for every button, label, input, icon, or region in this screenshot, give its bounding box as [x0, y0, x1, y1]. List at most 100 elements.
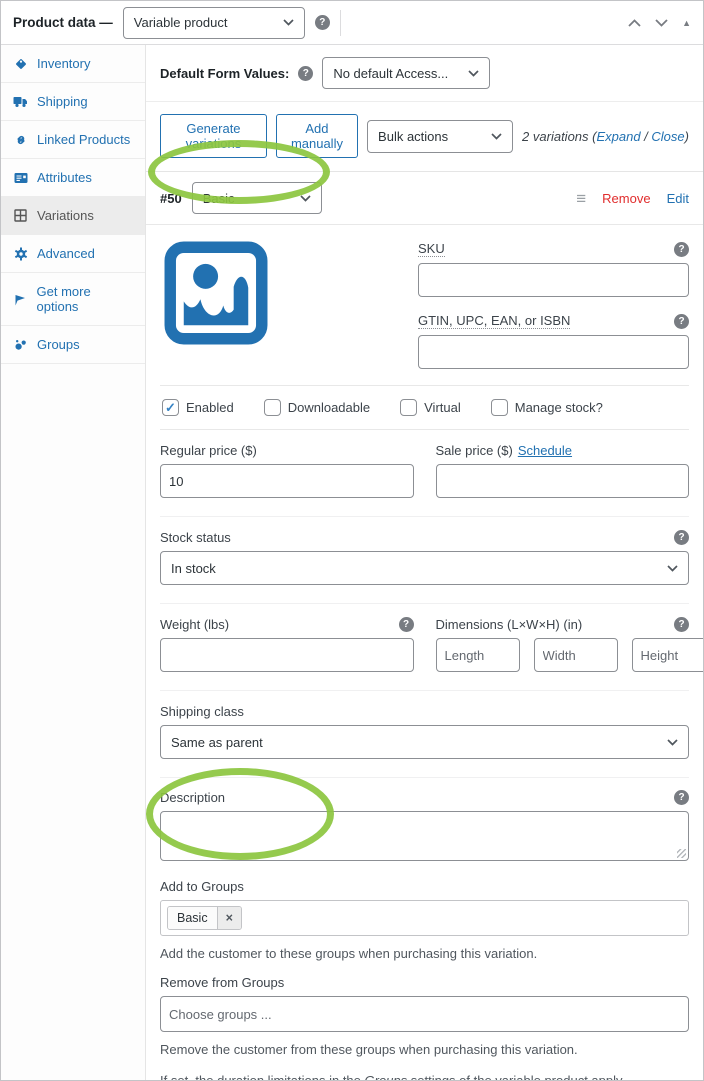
truck-icon — [13, 95, 28, 108]
stock-status-label: Stock status — [160, 530, 231, 545]
help-icon[interactable]: ? — [674, 790, 689, 805]
sale-price-label: Sale price ($) — [435, 443, 513, 458]
add-to-groups-label: Add to Groups — [160, 879, 244, 894]
shipping-class-row: Shipping class Same as parent — [160, 691, 689, 778]
help-icon[interactable]: ? — [674, 241, 689, 257]
weight-label: Weight (lbs) — [160, 617, 230, 632]
chevron-down-icon — [667, 738, 678, 746]
sku-input[interactable] — [418, 263, 689, 297]
chevron-down-icon — [468, 69, 479, 77]
sidebar-item-label: Attributes — [37, 170, 92, 185]
toggle-panel-icon[interactable]: ▲ — [682, 18, 691, 28]
description-textarea[interactable] — [160, 811, 689, 861]
gtin-input[interactable] — [418, 335, 689, 369]
price-row: Regular price ($) Sale price ($) Schedul… — [160, 430, 689, 517]
sidebar-item-inventory[interactable]: Inventory — [1, 45, 145, 83]
variations-summary: 2 variations (Expand / Close) — [522, 128, 689, 144]
help-icon[interactable]: ? — [674, 617, 689, 632]
remove-variation-link[interactable]: Remove — [602, 191, 650, 206]
help-icon[interactable]: ? — [674, 530, 689, 545]
variation-50-attribute-select[interactable]: Basic — [191, 182, 322, 214]
sidebar-item-get-more-options[interactable]: Get more options — [1, 273, 145, 326]
grid-icon — [13, 209, 28, 222]
enabled-checkbox[interactable]: ✓ Enabled — [162, 399, 234, 416]
variation-image-placeholder-icon[interactable] — [164, 241, 268, 345]
product-type-value: Variable product — [133, 15, 228, 30]
product-data-panel: Product data — Variable product ? ▲ Inve… — [0, 0, 704, 1081]
pennant-icon — [13, 293, 28, 306]
remove-from-groups-input[interactable] — [160, 996, 689, 1032]
bulk-actions-select[interactable]: Bulk actions — [367, 119, 514, 153]
downloadable-checkbox[interactable]: ✓ Downloadable — [263, 399, 370, 416]
virtual-checkbox[interactable]: ✓ Virtual — [400, 399, 461, 416]
sidebar-item-label: Advanced — [37, 246, 95, 261]
weight-input[interactable] — [160, 638, 414, 672]
shipping-class-select[interactable]: Same as parent — [160, 725, 689, 759]
link-icon — [13, 133, 28, 147]
stock-status-select[interactable]: In stock — [160, 551, 689, 585]
sidebar-item-linked-products[interactable]: Linked Products — [1, 121, 145, 159]
remove-groups-help-text: Remove the customer from these groups wh… — [160, 1042, 578, 1057]
regular-price-input[interactable] — [160, 464, 414, 498]
groups-section: Add to Groups Basic × Add the customer t… — [160, 875, 689, 1080]
move-up-icon[interactable] — [628, 18, 641, 27]
expand-link[interactable]: Expand — [596, 129, 640, 144]
length-input[interactable] — [435, 638, 520, 672]
remove-from-groups-label: Remove from Groups — [160, 975, 285, 990]
generate-variations-button[interactable]: Generate variations — [160, 114, 267, 158]
help-icon[interactable]: ? — [314, 15, 330, 30]
edit-variation-link[interactable]: Edit — [667, 191, 689, 206]
help-icon[interactable]: ? — [398, 617, 414, 632]
variation-50-body: SKU ? GTIN, UPC, EAN, or ISBN ? ✓ Enable… — [146, 225, 703, 1080]
sidebar-item-label: Groups — [37, 337, 80, 352]
sidebar-item-attributes[interactable]: Attributes — [1, 159, 145, 197]
sidebar-item-label: Inventory — [37, 56, 91, 71]
default-form-values-select[interactable]: No default Access... — [322, 57, 491, 89]
checkbox-icon: ✓ — [490, 399, 508, 416]
help-icon[interactable]: ? — [298, 65, 314, 81]
duration-note: If set, the duration limitations in the … — [160, 1073, 689, 1080]
manage-stock-checkbox[interactable]: ✓ Manage stock? — [490, 399, 603, 416]
sidebar-item-label: Linked Products — [37, 132, 131, 147]
add-manually-button[interactable]: Add manually — [275, 114, 359, 158]
gear-icon — [13, 247, 28, 261]
groups-icon — [13, 338, 28, 351]
product-type-select[interactable]: Variable product — [122, 6, 305, 39]
dimensions-label: Dimensions (L×W×H) (in) — [435, 617, 583, 632]
sidebar-item-advanced[interactable]: Advanced — [1, 235, 145, 273]
chevron-down-icon — [283, 19, 294, 26]
panel-header: Product data — Variable product ? ▲ — [1, 1, 703, 45]
drag-handle-icon[interactable]: ≡ — [576, 190, 586, 207]
media-sku-row: SKU ? GTIN, UPC, EAN, or ISBN ? — [160, 227, 689, 385]
product-data-tabs: Inventory Shipping Linked Products Attri… — [1, 45, 146, 1080]
width-input[interactable] — [533, 638, 618, 672]
help-icon[interactable]: ? — [674, 313, 689, 329]
sku-label: SKU — [418, 241, 445, 257]
weight-dimensions-row: Weight (lbs) ? Dimensions (L×W×H) (in) ? — [160, 604, 703, 691]
stock-status-row: Stock status ? In stock — [160, 517, 689, 604]
variations-toolbar: Generate variations Add manually Bulk ac… — [146, 102, 703, 172]
sidebar-item-shipping[interactable]: Shipping — [1, 83, 145, 121]
variation-id: #50 — [160, 190, 182, 206]
sidebar-item-label: Get more options — [36, 284, 91, 314]
move-down-icon[interactable] — [655, 18, 668, 27]
default-form-values-row: Default Form Values: ? No default Access… — [146, 45, 703, 102]
tag-icon — [13, 57, 28, 71]
sidebar-item-variations[interactable]: Variations — [1, 197, 145, 235]
height-input[interactable] — [631, 638, 703, 672]
chevron-down-icon — [667, 564, 678, 572]
checkbox-icon: ✓ — [162, 399, 179, 416]
card-icon — [13, 172, 28, 184]
add-groups-help-text: Add the customer to these groups when pu… — [160, 946, 538, 961]
remove-chip-icon[interactable]: × — [216, 907, 241, 929]
checkbox-icon: ✓ — [400, 399, 418, 416]
header-divider — [339, 9, 341, 36]
add-to-groups-input[interactable]: Basic × — [160, 900, 689, 936]
sidebar-item-groups[interactable]: Groups — [1, 326, 145, 364]
description-row: Description ? — [160, 778, 689, 875]
sale-price-input[interactable] — [435, 464, 689, 498]
panel-title: Product data — — [13, 15, 113, 30]
schedule-link[interactable]: Schedule — [518, 443, 572, 458]
sidebar-item-label: Shipping — [37, 94, 88, 109]
close-link[interactable]: Close — [651, 129, 684, 144]
